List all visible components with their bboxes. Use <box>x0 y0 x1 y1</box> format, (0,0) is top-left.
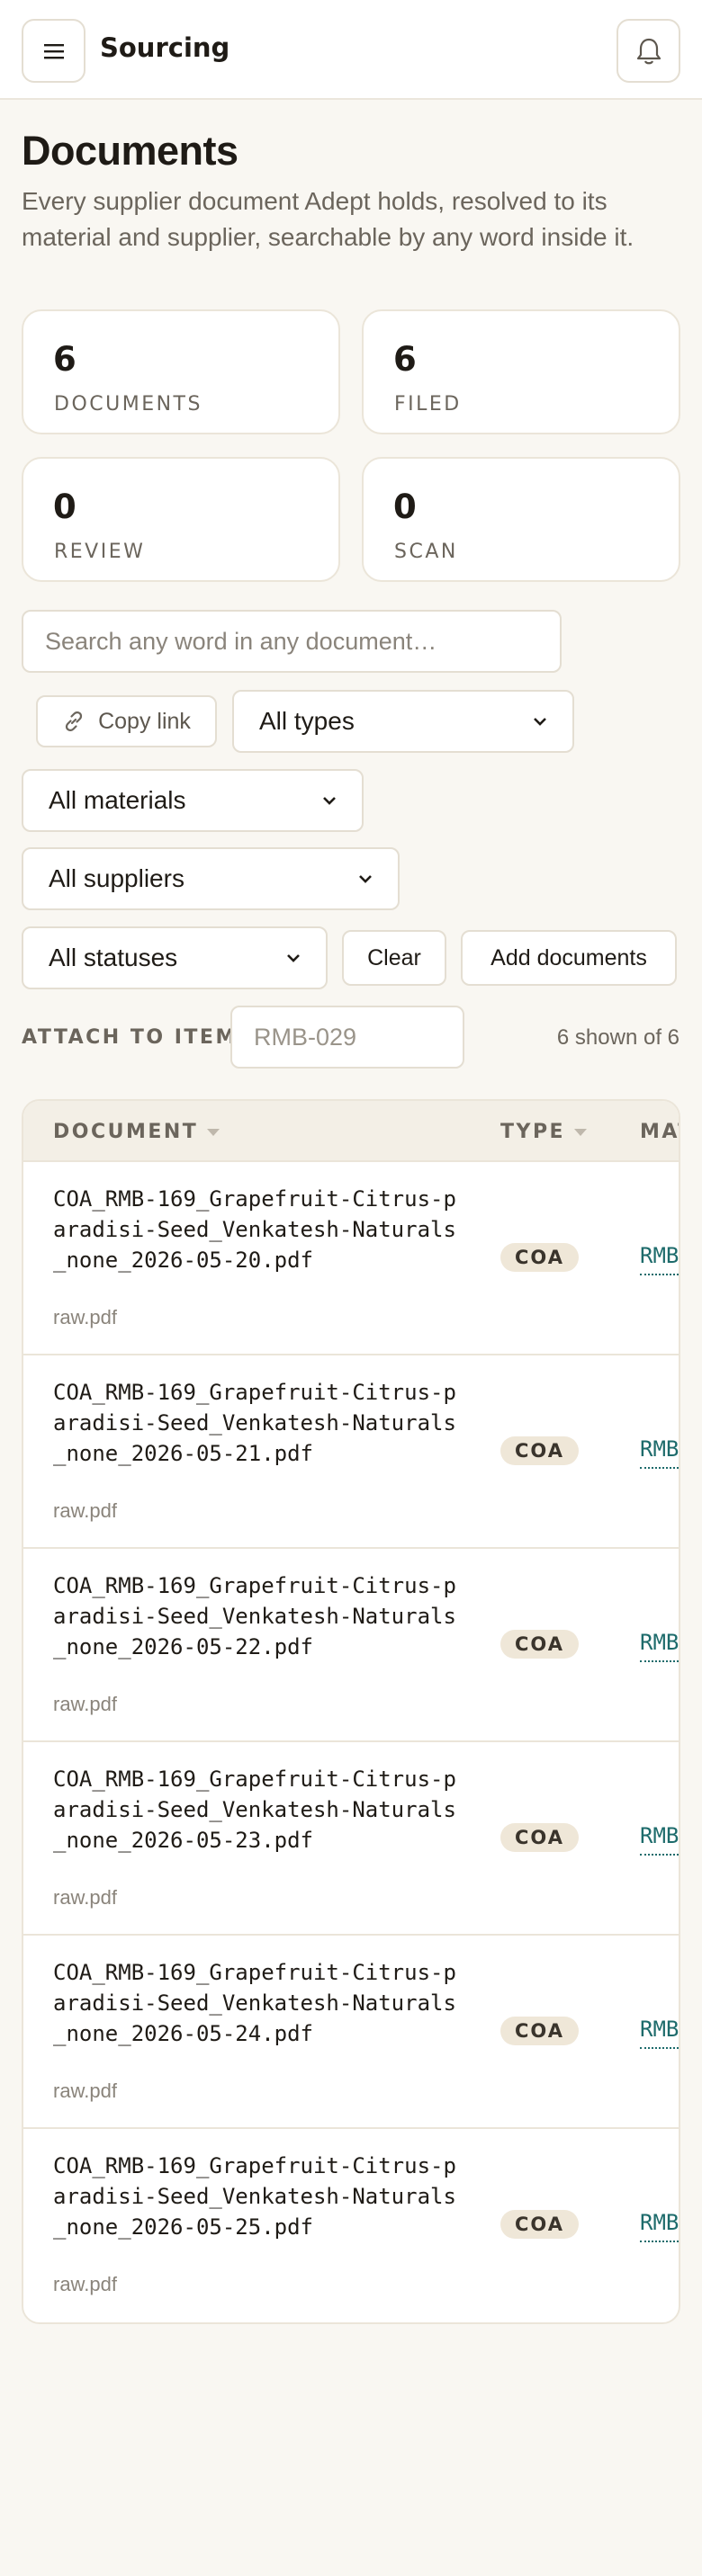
document-subfile: raw.pdf <box>53 1499 117 1522</box>
stat-review: 0 REVIEW <box>22 457 340 582</box>
document-filename[interactable]: COA_RMB-169_Grapefruit-Citrus-paradisi-S… <box>53 1570 467 1662</box>
table-header: DOCUMENT TYPE MAT <box>23 1101 679 1162</box>
attach-item-input[interactable] <box>230 1006 464 1069</box>
materials-select[interactable]: All materials <box>22 769 364 832</box>
suppliers-select-value: All suppliers <box>49 864 184 892</box>
document-subfile: raw.pdf <box>53 1693 117 1715</box>
documents-table: DOCUMENT TYPE MAT COA_RMB-169_Grapefruit… <box>22 1099 680 2324</box>
document-subfile: raw.pdf <box>53 2080 117 2102</box>
table-row[interactable]: COA_RMB-169_Grapefruit-Citrus-paradisi-S… <box>23 1355 679 1549</box>
stat-label: REVIEW <box>54 541 146 563</box>
document-filename[interactable]: COA_RMB-169_Grapefruit-Citrus-paradisi-S… <box>53 2151 467 2242</box>
menu-icon <box>43 43 64 58</box>
sort-caret-icon <box>574 1128 588 1136</box>
chevron-down-icon <box>287 954 300 962</box>
type-badge: COA <box>500 1823 579 1852</box>
stat-value: 6 <box>53 340 76 379</box>
link-icon <box>65 711 83 731</box>
material-link[interactable]: RMB <box>640 1630 679 1662</box>
statuses-select-value: All statuses <box>49 944 178 971</box>
document-filename[interactable]: COA_RMB-169_Grapefruit-Citrus-paradisi-S… <box>53 1764 467 1856</box>
document-subfile: raw.pdf <box>53 1306 117 1328</box>
chevron-down-icon <box>359 875 372 883</box>
type-select[interactable]: All types <box>232 690 574 753</box>
type-select-value: All types <box>259 707 355 735</box>
stat-value: 6 <box>393 340 417 379</box>
stat-value: 0 <box>393 487 417 526</box>
material-link[interactable]: RMB <box>640 2017 679 2049</box>
column-document[interactable]: DOCUMENT <box>53 1121 220 1143</box>
sort-caret-icon <box>207 1128 220 1136</box>
stat-label: DOCUMENTS <box>54 393 202 416</box>
document-subfile: raw.pdf <box>53 1886 117 1909</box>
stat-label: FILED <box>394 393 462 416</box>
results-count: 6 shown of 6 <box>556 1025 680 1050</box>
copy-link-label: Copy link <box>98 708 191 734</box>
type-badge: COA <box>500 2017 579 2045</box>
copy-link-button[interactable]: Copy link <box>36 695 217 747</box>
add-documents-button[interactable]: Add documents <box>461 930 677 986</box>
top-bar: Sourcing <box>0 0 702 100</box>
material-link[interactable]: RMB <box>640 1436 679 1469</box>
suppliers-select[interactable]: All suppliers <box>22 847 400 910</box>
statuses-select[interactable]: All statuses <box>22 926 328 989</box>
page-subtitle: Every supplier document Adept holds, res… <box>22 187 634 251</box>
bell-icon <box>636 38 661 64</box>
notifications-button[interactable] <box>616 19 680 83</box>
menu-button[interactable] <box>22 19 86 83</box>
material-link[interactable]: RMB <box>640 2210 679 2242</box>
material-link[interactable]: RMB <box>640 1823 679 1856</box>
document-subfile: raw.pdf <box>53 2273 117 2295</box>
document-filename[interactable]: COA_RMB-169_Grapefruit-Citrus-paradisi-S… <box>53 1957 467 2049</box>
type-badge: COA <box>500 1436 579 1465</box>
search-input[interactable] <box>22 610 562 673</box>
table-row[interactable]: COA_RMB-169_Grapefruit-Citrus-paradisi-S… <box>23 1936 679 2129</box>
stat-filed: 6 FILED <box>362 309 680 434</box>
column-type[interactable]: TYPE <box>500 1121 588 1143</box>
stat-value: 0 <box>53 487 76 526</box>
table-row[interactable]: COA_RMB-169_Grapefruit-Citrus-paradisi-S… <box>23 2129 679 2322</box>
document-filename[interactable]: COA_RMB-169_Grapefruit-Citrus-paradisi-S… <box>53 1184 467 1275</box>
page-title: Documents <box>22 128 238 174</box>
stat-label: SCAN <box>394 541 458 563</box>
table-row[interactable]: COA_RMB-169_Grapefruit-Citrus-paradisi-S… <box>23 1162 679 1355</box>
material-link[interactable]: RMB <box>640 1243 679 1275</box>
type-badge: COA <box>500 1243 579 1272</box>
document-filename[interactable]: COA_RMB-169_Grapefruit-Citrus-paradisi-S… <box>53 1377 467 1469</box>
stat-scan: 0 SCAN <box>362 457 680 582</box>
clear-button[interactable]: Clear <box>342 930 446 986</box>
column-label: TYPE <box>500 1121 566 1143</box>
column-material[interactable]: MAT <box>640 1121 679 1143</box>
type-badge: COA <box>500 1630 579 1659</box>
stat-documents: 6 DOCUMENTS <box>22 309 340 434</box>
brand-title: Sourcing <box>100 32 230 63</box>
column-label: MAT <box>640 1121 679 1143</box>
chevron-down-icon <box>534 718 546 726</box>
table-row[interactable]: COA_RMB-169_Grapefruit-Citrus-paradisi-S… <box>23 1549 679 1742</box>
materials-select-value: All materials <box>49 786 186 814</box>
chevron-down-icon <box>323 797 336 805</box>
table-row[interactable]: COA_RMB-169_Grapefruit-Citrus-paradisi-S… <box>23 1742 679 1936</box>
type-badge: COA <box>500 2210 579 2239</box>
column-label: DOCUMENT <box>53 1121 199 1143</box>
attach-to-item-label: ATTACH TO ITEM <box>22 1026 238 1049</box>
